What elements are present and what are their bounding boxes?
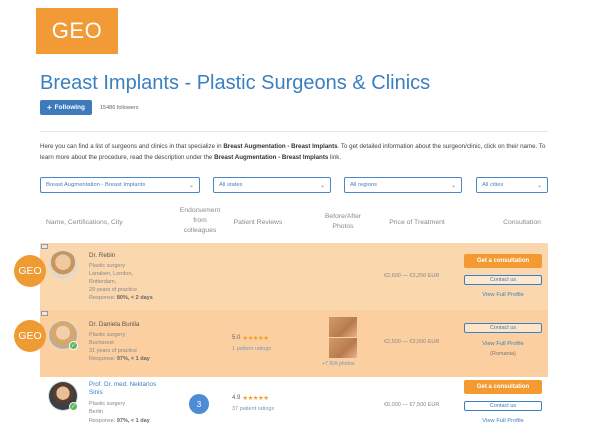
star-rating-icon: ★★★★★: [242, 395, 269, 402]
column-header-line: colleagues: [183, 227, 217, 234]
surgeon-response: Response: 97%, < 1 day: [89, 417, 150, 426]
column-header-line: from: [193, 217, 207, 224]
endorsement-count[interactable]: 3: [189, 394, 209, 414]
after-photo[interactable]: [329, 338, 357, 358]
column-header-price: Price of Treatment: [389, 219, 445, 226]
avatar[interactable]: [48, 250, 78, 280]
column-header-line: Photos: [332, 223, 354, 230]
procedure-select-value: Breast Augmentation - Breast Implants: [46, 182, 146, 188]
column-header-line: Before/After: [324, 213, 362, 220]
chevron-down-icon: ⌄: [536, 182, 542, 189]
column-header-reviews: Patient Reviews: [233, 219, 283, 226]
view-full-profile-link[interactable]: View Full Profile: [464, 341, 542, 347]
response-label: Response:: [89, 418, 117, 424]
view-full-profile-link[interactable]: View Full Profile: [464, 418, 542, 424]
before-after-photos-link[interactable]: +7 B/A photos: [322, 361, 354, 367]
chevron-down-icon: ⌄: [450, 182, 456, 189]
geo-badge[interactable]: GEO: [14, 255, 46, 287]
surgeon-name[interactable]: Dr. Rebin: [89, 252, 115, 259]
geo-badge[interactable]: GEO: [14, 320, 46, 352]
response-label: Response:: [89, 356, 117, 362]
price-range: €2,500 — €3,500 EUR: [384, 339, 440, 345]
following-label: Following: [54, 104, 85, 111]
region-select-value: All regions: [350, 182, 378, 188]
state-select-value: All states: [219, 182, 243, 188]
chevron-down-icon: ⌄: [188, 182, 194, 189]
city-select-value: All cities: [482, 182, 504, 188]
rating: 4.9 ★★★★★: [232, 394, 269, 402]
response-value: 80%, < 2 days: [116, 295, 153, 301]
surgeon-response: Response: 80%, < 2 days: [89, 294, 153, 303]
procedure-select[interactable]: Breast Augmentation - Breast Implants ⌄: [40, 177, 200, 193]
rating-value: 4.9: [232, 395, 241, 401]
response-value: 97%, < 1 day: [116, 418, 150, 424]
follow-row: + Following 15486 followers: [40, 100, 139, 115]
view-full-profile-link[interactable]: View Full Profile: [464, 292, 542, 298]
intro-text: Here you can find a list of surgeons and…: [40, 142, 550, 163]
page-title: Breast Implants - Plastic Surgeons & Cli…: [40, 72, 431, 94]
surgeon-city: Berlin: [89, 409, 104, 415]
get-consultation-button[interactable]: Get a consultation: [464, 254, 542, 268]
intro-segment: Here you can find a list of surgeons and…: [40, 143, 224, 150]
contact-us-button[interactable]: Contact us: [464, 401, 542, 411]
divider: [40, 131, 548, 132]
column-header-name: Name, Certifications, City: [46, 219, 123, 226]
followers-count: 15486 followers: [100, 104, 139, 111]
surgeon-name[interactable]: Dr. Daniela Bunila: [89, 321, 139, 328]
mail-icon: [41, 244, 48, 249]
before-photo[interactable]: [329, 317, 357, 337]
column-header-consultation: Consultation: [503, 219, 541, 226]
state-select[interactable]: All states ⌄: [213, 177, 331, 193]
mail-icon: [41, 311, 48, 316]
contact-us-button[interactable]: Contact us: [464, 275, 542, 285]
price-range: €6,000 — €7,500 EUR: [384, 402, 440, 408]
star-rating-icon: ★★★★★: [242, 335, 269, 342]
contact-us-button[interactable]: Contact us: [464, 323, 542, 333]
get-consultation-button[interactable]: Get a consultation: [464, 380, 542, 394]
country-label: (Romania): [490, 351, 516, 357]
surgeon-name[interactable]: Prof. Dr. med. Nektarios: [89, 381, 156, 388]
patient-ratings-link[interactable]: 37 patient ratings: [232, 406, 274, 412]
verified-icon: ✓: [69, 341, 78, 350]
chevron-down-icon: ⌄: [319, 182, 325, 189]
surgeon-name[interactable]: Sinis: [89, 389, 103, 396]
rating: 5.0 ★★★★★: [232, 334, 269, 342]
region-select[interactable]: All regions ⌄: [344, 177, 462, 193]
surgeon-response: Response: 97%, < 1 day: [89, 355, 150, 364]
intro-bold: Breast Augmentation - Breast Implants: [214, 153, 329, 161]
intro-segment: link.: [328, 153, 342, 161]
city-select[interactable]: All cities ⌄: [476, 177, 548, 193]
column-header-line: Endorsement: [179, 207, 221, 214]
before-after-photos[interactable]: [329, 317, 357, 358]
verified-icon: ✓: [69, 402, 78, 411]
column-header-endorsement: Endorsement from colleagues: [170, 206, 230, 236]
geo-logo[interactable]: GEO: [36, 8, 118, 54]
price-range: €2,600 — €3,250 EUR: [384, 273, 440, 279]
response-label: Response:: [89, 295, 117, 301]
following-button[interactable]: + Following: [40, 100, 92, 115]
response-value: 97%, < 1 day: [116, 356, 150, 362]
rating-value: 5.0: [232, 335, 241, 341]
intro-bold: Breast Augmentation - Breast Implants: [223, 143, 338, 150]
plus-icon: +: [47, 102, 52, 112]
patient-ratings-link[interactable]: 1 patient ratings: [232, 346, 271, 352]
column-header-photos: Before/After Photos: [315, 212, 371, 232]
